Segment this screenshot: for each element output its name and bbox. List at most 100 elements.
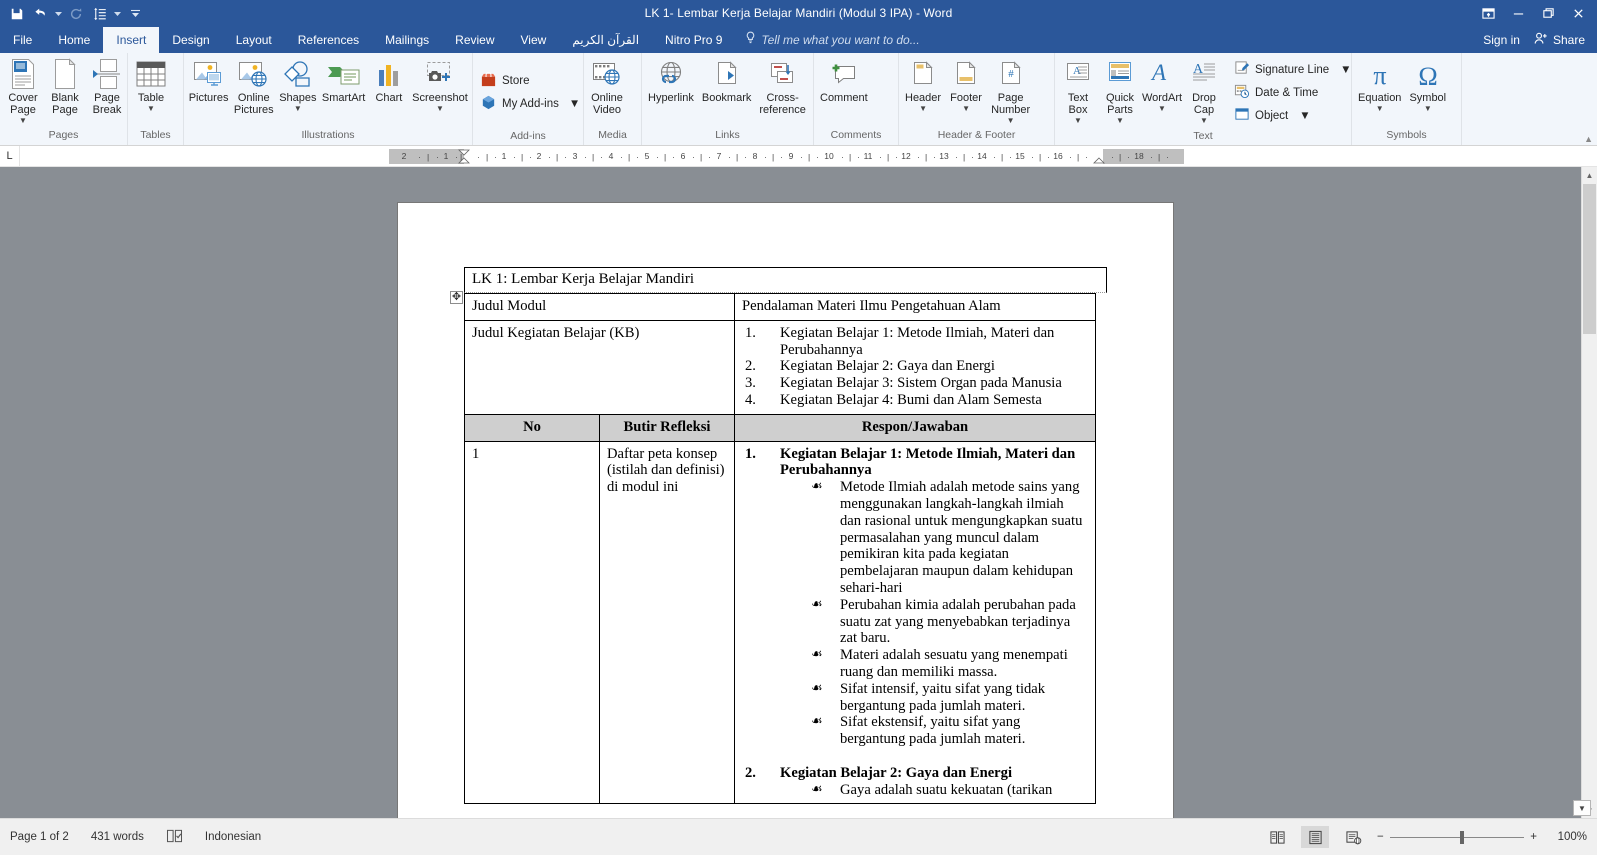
zoom-track[interactable]	[1389, 830, 1525, 844]
table-row-judul-kegiatan[interactable]: Judul Kegiatan Belajar (KB) 1. Kegiatan B…	[464, 319, 1096, 415]
tell-me-search[interactable]: Tell me what you want to do...	[735, 27, 929, 53]
tab-references[interactable]: References	[285, 27, 372, 53]
tab-layout[interactable]: Layout	[223, 27, 285, 53]
scroll-up-icon[interactable]: ▲	[1582, 167, 1597, 183]
close-icon[interactable]	[1563, 0, 1593, 27]
chevron-down-icon[interactable]: ▼	[1187, 117, 1221, 125]
zoom-level[interactable]: 100%	[1547, 831, 1587, 843]
language-indicator[interactable]: Indonesian	[205, 831, 261, 843]
chevron-down-icon[interactable]: ▼	[949, 105, 983, 113]
symbol-button[interactable]: Ω Symbol ▼	[1405, 56, 1450, 113]
tab-stop-selector[interactable]: L	[0, 145, 20, 167]
page-number-button[interactable]: # Page Number ▼	[987, 56, 1034, 125]
tab-review[interactable]: Review	[442, 27, 507, 53]
right-indent-marker[interactable]	[1093, 149, 1105, 164]
screenshot-button[interactable]: Screenshot ▼	[410, 56, 470, 113]
document-body[interactable]: ✥ LK 1: Lembar Kerja Belajar Mandiri Jud…	[398, 203, 1173, 805]
save-icon[interactable]	[6, 3, 28, 25]
chevron-down-icon[interactable]: ▼	[134, 105, 168, 113]
wordart-button[interactable]: A WordArt ▼	[1141, 56, 1183, 113]
undo-dropdown-icon[interactable]	[54, 3, 63, 25]
line-spacing-dropdown-icon[interactable]	[113, 3, 122, 25]
document-canvas[interactable]: ✥ LK 1: Lembar Kerja Belajar Mandiri Jud…	[0, 167, 1597, 818]
restore-icon[interactable]	[1533, 0, 1563, 27]
zoom-thumb[interactable]	[1459, 830, 1464, 844]
chevron-down-icon[interactable]: ▼	[1061, 117, 1095, 125]
collapse-ribbon-icon[interactable]: ▲	[1584, 134, 1593, 144]
chevron-down-icon[interactable]: ▼	[1145, 105, 1179, 113]
shapes-button[interactable]: Shapes ▼	[276, 56, 319, 113]
table-button[interactable]: Table ▼	[130, 56, 172, 113]
page-break-button[interactable]: Page Break	[86, 56, 128, 116]
print-layout-icon[interactable]	[1301, 826, 1329, 848]
undo-icon[interactable]	[30, 3, 52, 25]
store-button[interactable]: Store	[475, 70, 535, 93]
tab-design[interactable]: Design	[159, 27, 222, 53]
tab-mailings[interactable]: Mailings	[372, 27, 442, 53]
customize-quick-access-toolbar-icon[interactable]	[124, 3, 146, 25]
blank-page-button[interactable]: Blank Page	[44, 56, 86, 116]
vertical-scrollbar[interactable]: ▲ ▼	[1581, 167, 1597, 818]
quick-parts-button[interactable]: Quick Parts ▼	[1099, 56, 1141, 125]
chevron-down-icon[interactable]: ▼	[414, 105, 466, 113]
chart-button[interactable]: Chart	[368, 56, 410, 104]
chevron-down-icon[interactable]: ▼	[569, 98, 580, 110]
redo-icon[interactable]	[65, 3, 87, 25]
tab-file[interactable]: File	[0, 27, 46, 53]
table-row-judul-modul[interactable]: Judul Modul Pendalaman Materi Ilmu Penge…	[464, 293, 1096, 321]
page-indicator[interactable]: Page 1 of 2	[10, 831, 69, 843]
word-count[interactable]: 431 words	[91, 831, 144, 843]
chevron-down-icon[interactable]: ▼	[991, 117, 1030, 125]
my-addins-button[interactable]: My Add-ins ▼	[475, 93, 585, 116]
horizontal-ruler[interactable]: 2 · | · 1 · | · | · 1 · | · 2 · | · 3 · | · 4 · | · 5…	[389, 148, 1184, 164]
text-box-button[interactable]: A Text Box ▼	[1057, 56, 1099, 125]
read-mode-icon[interactable]	[1263, 826, 1291, 848]
online-video-button[interactable]: Online Video	[586, 56, 628, 116]
chevron-down-icon[interactable]: ▼	[905, 105, 941, 113]
sign-in-link[interactable]: Sign in	[1483, 33, 1520, 47]
tab-view[interactable]: View	[508, 27, 560, 53]
footer-button[interactable]: Footer ▼	[945, 56, 987, 113]
tab-home[interactable]: Home	[45, 27, 103, 53]
share-button[interactable]: Share	[1534, 32, 1585, 48]
web-layout-icon[interactable]	[1339, 826, 1367, 848]
header-button[interactable]: Header ▼	[901, 56, 945, 113]
equation-button[interactable]: π Equation ▼	[1354, 56, 1405, 113]
hyperlink-button[interactable]: Hyperlink	[644, 56, 698, 104]
line-spacing-icon[interactable]	[89, 3, 111, 25]
minimize-icon[interactable]	[1503, 0, 1533, 27]
zoom-in-button[interactable]: +	[1530, 831, 1537, 843]
document-page[interactable]: ✥ LK 1: Lembar Kerja Belajar Mandiri Jud…	[398, 203, 1173, 818]
tab-quran[interactable]: القرآن الكريم	[559, 27, 652, 53]
scrollbar-thumb[interactable]	[1583, 184, 1596, 334]
drop-cap-button[interactable]: A Drop Cap ▼	[1183, 56, 1225, 125]
chevron-down-icon[interactable]: ▼	[1103, 117, 1137, 125]
cover-page-button[interactable]: Cover Page ▼	[2, 56, 44, 125]
pictures-button[interactable]: Pictures	[186, 56, 231, 104]
signature-line-button[interactable]: Signature Line ▼	[1229, 58, 1357, 81]
chevron-down-icon[interactable]: ▼	[1409, 105, 1446, 113]
chevron-down-icon[interactable]: ▼	[1340, 64, 1351, 76]
select-browse-object-icon[interactable]: ▼	[1573, 800, 1591, 816]
reflection-table[interactable]: Judul Modul Pendalaman Materi Ilmu Penge…	[464, 293, 1096, 805]
comment-button[interactable]: Comment	[816, 56, 872, 104]
chevron-down-icon[interactable]: ▼	[6, 117, 40, 125]
chevron-down-icon[interactable]: ▼	[280, 105, 315, 113]
date-time-button[interactable]: Date & Time	[1229, 81, 1323, 104]
chevron-down-icon[interactable]: ▼	[1299, 110, 1310, 122]
ribbon-display-options-icon[interactable]	[1473, 0, 1503, 27]
object-button[interactable]: Object ▼	[1229, 104, 1316, 127]
zoom-out-button[interactable]: −	[1377, 831, 1384, 843]
table-move-handle[interactable]: ✥	[450, 291, 463, 304]
zoom-slider[interactable]: − +	[1377, 830, 1537, 844]
cross-reference-button[interactable]: Cross- reference	[755, 56, 809, 116]
online-pictures-button[interactable]: Online Pictures	[231, 56, 276, 116]
tab-nitro-pro[interactable]: Nitro Pro 9	[652, 27, 735, 53]
first-line-indent-marker[interactable]	[458, 149, 470, 164]
smartart-button[interactable]: SmartArt	[319, 56, 368, 104]
proofing-icon[interactable]	[166, 829, 183, 846]
bookmark-button[interactable]: Bookmark	[698, 56, 756, 104]
tab-insert[interactable]: Insert	[103, 27, 160, 53]
chevron-down-icon[interactable]: ▼	[1358, 105, 1401, 113]
table-row[interactable]: 1 Daftar peta konsep (istilah dan defini…	[464, 440, 1096, 805]
